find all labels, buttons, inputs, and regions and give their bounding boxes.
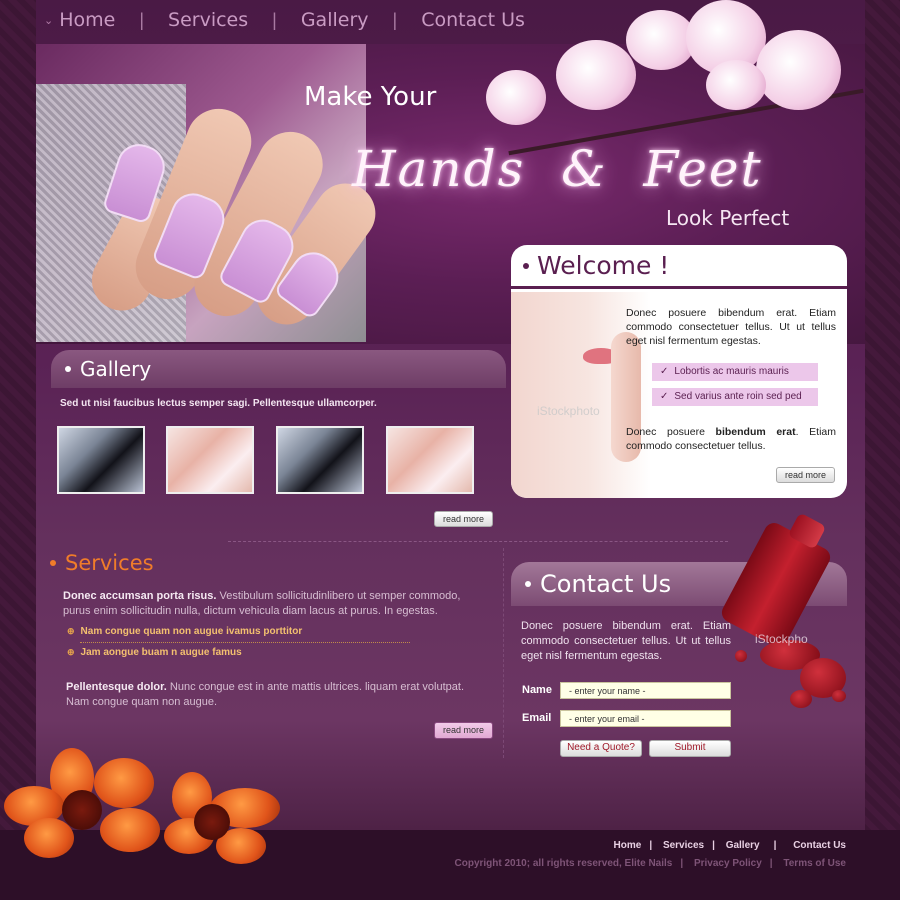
services-paragraph-1: Donec accumsan porta risus. Vestibulum s… — [63, 590, 461, 617]
services-list-item-2[interactable]: ⊕ Jam aongue buam n augue famus — [67, 647, 242, 658]
welcome-title: Welcome ! — [537, 251, 670, 280]
bullet-dot-icon — [525, 581, 531, 587]
orange-orchid-flowers — [4, 748, 294, 868]
gallery-thumbnail-1[interactable] — [57, 426, 145, 494]
welcome-paragraph-1: Donec posuere bibendum erat. Etiam commo… — [626, 307, 836, 347]
privacy-policy-link[interactable]: Privacy Policy — [694, 858, 762, 869]
services-list-item-1[interactable]: ⊕ Nam congue quam non augue ivamus portti… — [67, 626, 302, 637]
white-orchid-flowers — [466, 0, 866, 156]
check-icon: ✓ — [660, 391, 669, 402]
nav-gallery[interactable]: Gallery — [301, 9, 369, 31]
services-list-divider — [80, 642, 410, 643]
welcome-read-more-button[interactable]: read more — [776, 467, 835, 483]
footer-copyright-row: Copyright 2010; all rights reserved, Eli… — [454, 858, 847, 869]
chevron-down-icon: ⌄ — [44, 14, 54, 27]
footer-nav: Home | Services | Gallery | Contact Us — [613, 840, 846, 851]
welcome-bullet-2: ✓ Sed varius ante roin sed ped — [652, 388, 818, 406]
submit-button[interactable]: Submit — [649, 740, 731, 757]
services-title: Services — [65, 551, 154, 575]
footer-nav-services[interactable]: Services — [663, 840, 704, 851]
services-header: Services — [50, 551, 154, 575]
services-paragraph-2: Pellentesque dolor. Nunc congue est in a… — [66, 681, 465, 708]
nav-separator: | — [139, 9, 145, 30]
contact-text: Donec posuere bibendum erat. Etiam commo… — [521, 620, 731, 662]
nav-home[interactable]: Home — [59, 9, 115, 31]
hero-title-line1: Make Your — [304, 82, 437, 112]
footer-nav-contact[interactable]: Contact Us — [793, 840, 846, 851]
services-read-more-button[interactable]: read more — [434, 722, 493, 739]
section-divider — [228, 541, 728, 542]
bullet-dot-icon — [523, 262, 529, 269]
top-nav: ⌄ Home | Services | Gallery | Contact Us — [44, 6, 525, 34]
contact-title: Contact Us — [540, 570, 672, 598]
welcome-header: Welcome ! — [511, 245, 847, 289]
gallery-subtitle: Sed ut nisi faucibus lectus semper sagi.… — [60, 398, 377, 409]
name-label: Name — [522, 684, 552, 696]
need-quote-button[interactable]: Need a Quote? — [560, 740, 642, 757]
copyright-text: Copyright 2010; all rights reserved, Eli… — [454, 858, 673, 869]
column-divider — [503, 548, 504, 758]
watermark-text: iStockphoto — [537, 404, 600, 418]
footer-nav-home[interactable]: Home — [614, 840, 642, 851]
nav-services[interactable]: Services — [168, 9, 248, 31]
welcome-paragraph-2: Donec posuere bibendum erat. Etiam commo… — [626, 426, 836, 452]
magnifier-icon: ⊕ — [67, 647, 75, 657]
email-input[interactable] — [560, 710, 731, 727]
bullet-dot-icon — [65, 366, 71, 372]
name-input[interactable] — [560, 682, 731, 699]
check-icon: ✓ — [660, 366, 669, 377]
nav-separator: | — [272, 9, 277, 30]
magnifier-icon: ⊕ — [67, 626, 75, 636]
terms-of-use-link[interactable]: Terms of Use — [783, 858, 846, 869]
gallery-header: Gallery — [51, 350, 506, 388]
gallery-read-more-button[interactable]: read more — [434, 511, 493, 527]
gallery-thumbnail-4[interactable] — [386, 426, 474, 494]
email-label: Email — [522, 712, 552, 724]
nav-separator: | — [392, 9, 398, 30]
right-pattern-border — [865, 0, 900, 900]
bullet-dot-icon — [50, 560, 56, 566]
gallery-title: Gallery — [80, 357, 152, 381]
gallery-thumbnail-2[interactable] — [166, 426, 254, 494]
footer-nav-gallery[interactable]: Gallery — [726, 840, 760, 851]
watermark-text: iStockpho — [755, 632, 808, 646]
gallery-thumbnail-3[interactable] — [276, 426, 364, 494]
hero-title-line3: Look Perfect — [666, 206, 790, 230]
welcome-bullet-1: ✓ Lobortis ac mauris mauris — [652, 363, 818, 381]
